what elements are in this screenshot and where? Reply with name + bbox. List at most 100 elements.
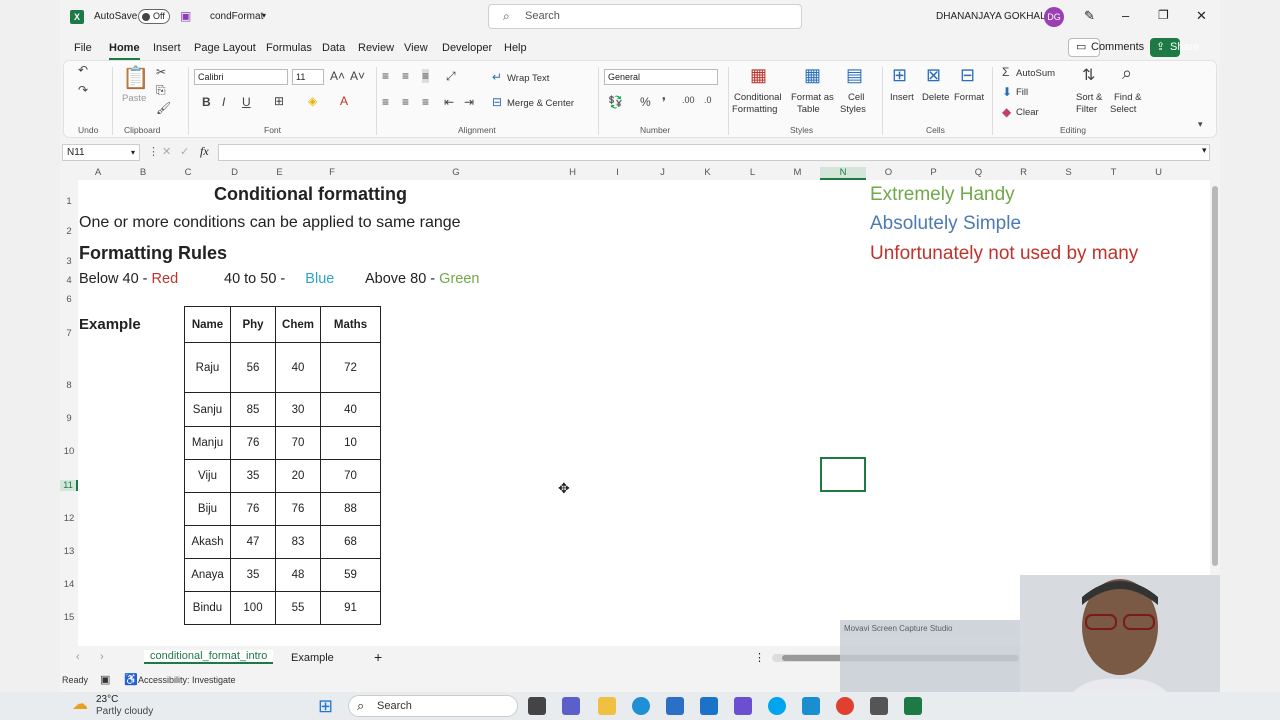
table-cell[interactable]: 70 xyxy=(320,459,381,493)
next-sheet-icon[interactable]: › xyxy=(100,651,104,663)
macro-icon[interactable]: ▣ xyxy=(100,673,110,686)
cell-styles-icon[interactable]: ▤ xyxy=(846,65,863,86)
column-header-t[interactable]: T xyxy=(1091,167,1136,178)
tab-help[interactable]: Help xyxy=(504,38,527,58)
table-cell[interactable]: 47 xyxy=(230,525,276,559)
format-as-table-icon[interactable]: ▦ xyxy=(804,65,821,86)
conditional-formatting-line1[interactable]: Conditional xyxy=(734,92,782,103)
row-header[interactable]: 3 xyxy=(60,256,78,267)
restore-icon[interactable]: ❐ xyxy=(1158,8,1169,22)
save-icon[interactable]: ▣ xyxy=(180,9,191,23)
align-center-icon[interactable]: ≡ xyxy=(402,95,409,109)
wrap-text-icon[interactable]: ↵ xyxy=(492,70,502,84)
currency-icon[interactable]: 💱 xyxy=(608,95,623,109)
table-cell[interactable]: 100 xyxy=(230,591,276,625)
name-box[interactable]: N11 ▾ xyxy=(62,144,140,161)
tab-view[interactable]: View xyxy=(404,38,428,58)
weather-icon[interactable]: ☁ xyxy=(72,694,88,714)
wrap-text-button[interactable]: Wrap Text xyxy=(507,73,549,84)
row-header[interactable]: 7 xyxy=(60,328,78,339)
borders-icon[interactable]: ⊞ xyxy=(274,94,284,108)
row-header[interactable]: 8 xyxy=(60,380,78,391)
row-header[interactable]: 2 xyxy=(60,226,78,237)
column-header-i[interactable]: I xyxy=(595,167,640,178)
tab-insert[interactable]: Insert xyxy=(153,38,181,58)
column-header-d[interactable]: D xyxy=(212,167,257,178)
collapse-ribbon-icon[interactable]: ▾ xyxy=(1198,119,1203,130)
table-cell[interactable]: 68 xyxy=(320,525,381,559)
table-cell[interactable]: Viju xyxy=(184,459,231,493)
column-header-c[interactable]: C xyxy=(168,167,208,178)
align-middle-icon[interactable]: ≡ xyxy=(402,69,409,83)
table-cell[interactable]: Sanju xyxy=(184,392,231,427)
tab-data[interactable]: Data xyxy=(322,38,345,58)
store-icon[interactable] xyxy=(666,697,684,715)
table-cell[interactable]: Manju xyxy=(184,426,231,460)
tab-home[interactable]: Home xyxy=(109,38,140,60)
insert-cells-icon[interactable]: ⊞ xyxy=(892,65,907,86)
sort-filter-line1[interactable]: Sort & xyxy=(1076,92,1102,103)
align-top-icon[interactable]: ≡ xyxy=(382,69,389,83)
format-cells-button[interactable]: Format xyxy=(954,92,984,103)
bold-icon[interactable]: B xyxy=(202,95,211,109)
delete-cells-icon[interactable]: ⊠ xyxy=(926,65,941,86)
pen-icon[interactable]: ✎ xyxy=(1084,8,1095,24)
file-explorer-icon[interactable] xyxy=(598,697,616,715)
table-cell[interactable]: Raju xyxy=(184,342,231,393)
table-cell[interactable]: Anaya xyxy=(184,558,231,592)
cell-styles-line2[interactable]: Styles xyxy=(840,104,866,115)
edge-icon[interactable] xyxy=(632,697,650,715)
column-header-r[interactable]: R xyxy=(1001,167,1046,178)
conditional-formatting-line2[interactable]: Formatting xyxy=(732,104,777,115)
align-bottom-icon[interactable]: ≡ xyxy=(422,69,430,83)
delete-cells-button[interactable]: Delete xyxy=(922,92,949,103)
task-view-icon[interactable] xyxy=(528,697,546,715)
table-cell[interactable]: 48 xyxy=(275,558,321,592)
column-header-p[interactable]: P xyxy=(911,167,956,178)
l-app-icon[interactable] xyxy=(700,697,718,715)
excel-taskbar-icon[interactable] xyxy=(904,697,922,715)
table-cell[interactable]: Bindu xyxy=(184,591,231,625)
table-cell[interactable]: 10 xyxy=(320,426,381,460)
snip-icon[interactable] xyxy=(734,697,752,715)
row-header[interactable]: 1 xyxy=(60,196,78,207)
app-icon[interactable] xyxy=(802,697,820,715)
table-cell[interactable]: 76 xyxy=(230,426,276,460)
table-cell[interactable]: 83 xyxy=(275,525,321,559)
percent-icon[interactable]: % xyxy=(640,95,651,109)
column-header-e[interactable]: E xyxy=(257,167,302,178)
clear-button[interactable]: Clear xyxy=(1016,107,1039,118)
table-cell[interactable]: 20 xyxy=(275,459,321,493)
column-header-b[interactable]: B xyxy=(118,167,168,178)
file-name[interactable]: condFormat xyxy=(210,11,263,22)
insert-cells-button[interactable]: Insert xyxy=(890,92,914,103)
table-cell[interactable]: 88 xyxy=(320,492,381,526)
table-cell[interactable]: 35 xyxy=(230,558,276,592)
teams-icon[interactable] xyxy=(562,697,580,715)
format-as-table-line1[interactable]: Format as xyxy=(791,92,834,103)
search-input[interactable]: ⌕ Search xyxy=(488,4,802,29)
column-header-m[interactable]: M xyxy=(775,167,820,178)
insert-function-button[interactable]: fx xyxy=(200,144,209,159)
weather-desc[interactable]: Partly cloudy xyxy=(96,706,153,717)
italic-icon[interactable]: I xyxy=(222,95,225,109)
column-header-h[interactable]: H xyxy=(550,167,595,178)
taskbar-search[interactable]: ⌕ Search xyxy=(348,695,518,717)
tab-file[interactable]: File xyxy=(74,38,92,58)
sort-filter-line2[interactable]: Filter xyxy=(1076,104,1097,115)
find-select-line1[interactable]: Find & xyxy=(1114,92,1141,103)
autosum-icon[interactable]: Σ xyxy=(1002,65,1009,79)
table-cell[interactable]: 91 xyxy=(320,591,381,625)
align-right-icon[interactable]: ≡ xyxy=(422,95,429,109)
table-cell[interactable]: 56 xyxy=(230,342,276,393)
enter-icon[interactable]: ✓ xyxy=(180,145,189,158)
share-button[interactable]: ⇪ Share xyxy=(1150,38,1199,57)
column-header-u[interactable]: U xyxy=(1136,167,1181,178)
table-cell[interactable]: 35 xyxy=(230,459,276,493)
number-format-select[interactable]: General xyxy=(604,69,718,85)
skype-icon[interactable] xyxy=(768,697,786,715)
close-icon[interactable]: ✕ xyxy=(1196,8,1207,24)
weather-temp[interactable]: 23°C xyxy=(96,694,118,705)
table-cell[interactable]: 70 xyxy=(275,426,321,460)
comma-style-icon[interactable]: ❜ xyxy=(662,95,666,109)
